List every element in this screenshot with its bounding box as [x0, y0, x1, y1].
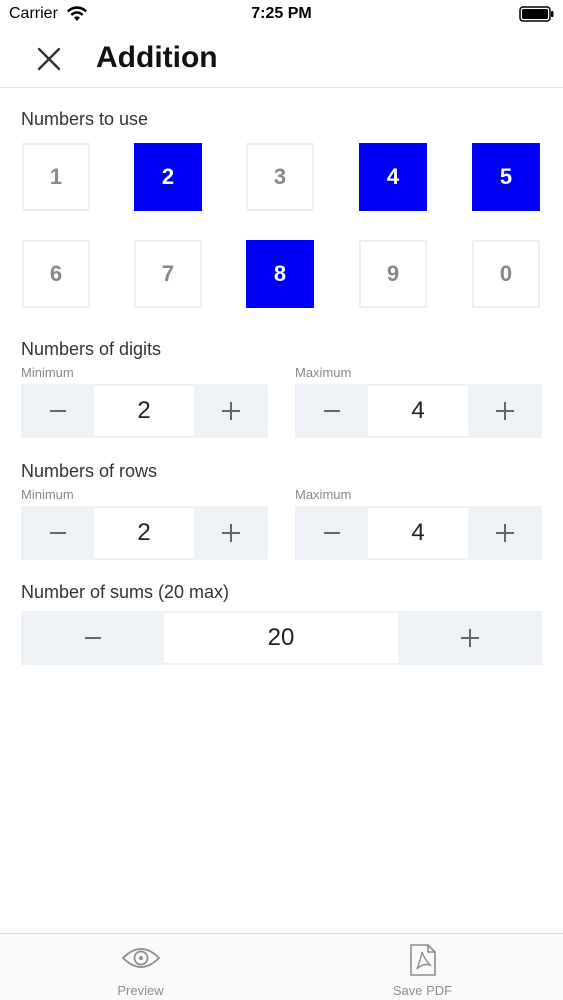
digits-min-value: 2: [94, 386, 194, 436]
numbers-to-use-label: Numbers to use: [21, 109, 149, 129]
digits-min-increment-button[interactable]: [194, 384, 268, 438]
rows-max-stepper: 4: [295, 506, 542, 560]
number-tile-2[interactable]: 2: [134, 143, 202, 211]
page-title: Addition: [96, 41, 218, 74]
sums-increment-button[interactable]: [398, 611, 542, 665]
minus-icon: [323, 410, 340, 412]
number-tile-0[interactable]: 0: [472, 240, 540, 308]
rows-label: Numbers of rows: [21, 461, 158, 481]
number-tile-9[interactable]: 9: [359, 240, 427, 308]
tab-bar: Preview Save PDF: [0, 933, 563, 1000]
pdf-icon: [409, 944, 436, 976]
tab-save-pdf[interactable]: Save PDF: [282, 934, 563, 1000]
minus-icon: [49, 410, 66, 412]
battery-icon: [519, 6, 554, 22]
plus-icon: [222, 524, 240, 542]
digits-max-increment-button[interactable]: [468, 384, 542, 438]
digits-max-stepper: 4: [295, 384, 542, 438]
sums-value: 20: [164, 613, 398, 663]
tab-preview-label: Preview: [117, 983, 164, 998]
digits-min-stepper: 2: [21, 384, 268, 438]
minus-icon: [49, 532, 66, 534]
tab-preview[interactable]: Preview: [0, 934, 281, 1000]
number-tile-3[interactable]: 3: [246, 143, 314, 211]
sums-decrement-button[interactable]: [21, 611, 164, 665]
digits-label: Numbers of digits: [21, 339, 162, 359]
rows-min-decrement-button[interactable]: [21, 506, 94, 560]
number-tile-5[interactable]: 5: [472, 143, 540, 211]
status-bar: Carrier 7:25 PM: [0, 0, 563, 30]
rows-max-increment-button[interactable]: [468, 506, 542, 560]
plus-icon: [461, 629, 479, 647]
rows-min-label: Minimum: [21, 487, 74, 502]
tab-save-pdf-label: Save PDF: [392, 983, 453, 998]
close-icon[interactable]: [34, 44, 64, 74]
rows-min-stepper: 2: [21, 506, 268, 560]
status-time: 7:25 PM: [251, 5, 312, 22]
sums-label: Number of sums (20 max): [21, 582, 230, 602]
eye-icon: [121, 948, 160, 968]
rows-min-increment-button[interactable]: [194, 506, 268, 560]
minus-icon: [84, 637, 101, 639]
rows-min-value: 2: [94, 508, 194, 558]
plus-icon: [222, 402, 240, 420]
plus-icon: [496, 402, 514, 420]
rows-max-decrement-button[interactable]: [295, 506, 368, 560]
number-tile-8[interactable]: 8: [246, 240, 314, 308]
plus-icon: [496, 524, 514, 542]
number-tile-7[interactable]: 7: [134, 240, 202, 308]
rows-max-value: 4: [368, 508, 468, 558]
digits-min-decrement-button[interactable]: [21, 384, 94, 438]
sums-stepper: 20: [21, 611, 542, 665]
digits-max-decrement-button[interactable]: [295, 384, 368, 438]
number-tile-4[interactable]: 4: [359, 143, 427, 211]
nav-header: Addition: [0, 30, 563, 88]
minus-icon: [323, 532, 340, 534]
digits-max-label: Maximum: [295, 365, 352, 380]
digits-max-value: 4: [368, 386, 468, 436]
rows-max-label: Maximum: [295, 487, 352, 502]
digits-min-label: Minimum: [21, 365, 74, 380]
number-tile-1[interactable]: 1: [22, 143, 90, 211]
number-tile-6[interactable]: 6: [22, 240, 90, 308]
